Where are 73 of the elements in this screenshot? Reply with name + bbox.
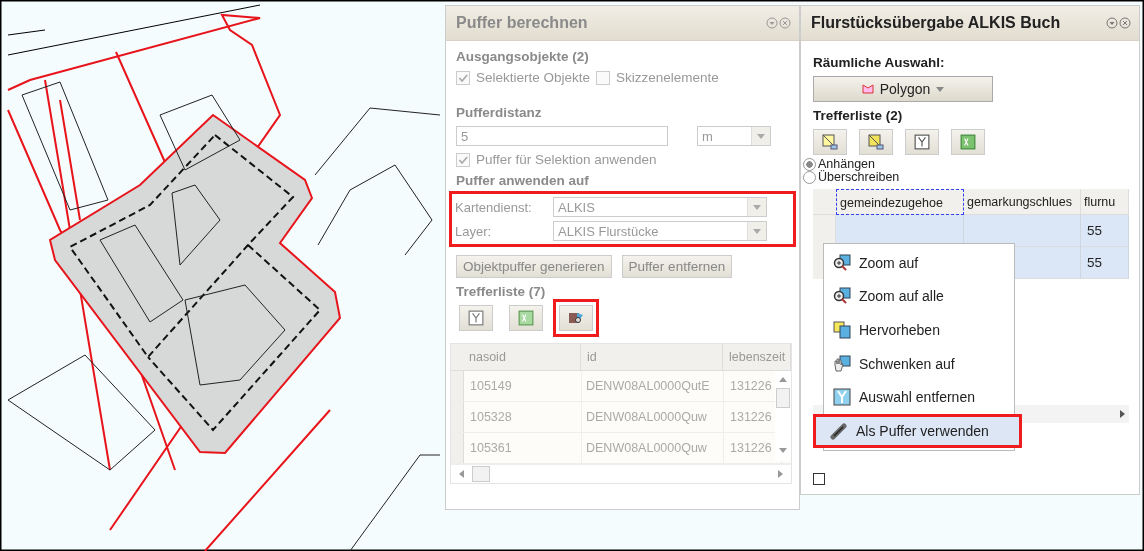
selection-clear-icon: [914, 134, 930, 150]
table-cell: 105361: [464, 433, 582, 463]
table-cell: 55: [1087, 223, 1103, 238]
caret-icon: [753, 204, 761, 210]
selection-clear-icon: [468, 310, 484, 326]
radio-label: Anhängen: [818, 157, 875, 171]
toolbar-button[interactable]: [459, 305, 493, 331]
menu-item[interactable]: Schwenken auf: [824, 346, 1014, 381]
checkbox-label: Skizzenelemente: [616, 70, 719, 85]
section-heading: Pufferdistanz: [456, 105, 543, 120]
scroll-thumb[interactable]: [776, 388, 790, 408]
scroll-down-icon[interactable]: [779, 448, 787, 453]
menu-item[interactable]: Auswahl entfernen: [824, 380, 1014, 414]
toolbar-button[interactable]: [859, 129, 893, 155]
field-label: Kartendienst:: [455, 199, 533, 215]
toolbar-button[interactable]: [559, 305, 593, 331]
collapse-icon[interactable]: [1106, 17, 1118, 29]
section-heading: Puffer anwenden auf: [456, 173, 590, 188]
checkbox-label: Puffer für Selektion anwenden: [476, 152, 657, 167]
table-cell: DENW08AL0000QutE: [582, 371, 724, 401]
caret-icon: [753, 228, 761, 234]
table-cell: DENW08AL0000Quw: [582, 433, 724, 463]
map-select-icon: [868, 134, 884, 150]
table-row[interactable]: 55: [813, 215, 1129, 247]
scrollbar[interactable]: [775, 371, 791, 461]
field-label: Layer:: [455, 223, 493, 239]
section-heading: Räumliche Auswahl:: [813, 55, 946, 70]
spreadsheet-icon: [518, 310, 534, 326]
scroll-up-icon[interactable]: [779, 377, 787, 382]
collapse-icon[interactable]: [766, 17, 778, 29]
highlight-icon: [833, 321, 851, 339]
spreadsheet-icon: [960, 134, 976, 150]
radio-button[interactable]: [803, 170, 816, 184]
polygon-icon: [861, 84, 874, 94]
zoom-in-icon: [833, 253, 851, 272]
selection-clear-icon: [833, 388, 851, 407]
window-title: Flurstücksübergabe ALKIS Buch: [811, 14, 1061, 32]
section-heading: Trefferliste (2): [813, 108, 904, 123]
row-header[interactable]: [813, 215, 836, 247]
toolbar-button[interactable]: [951, 129, 985, 155]
zoom-in-icon: [833, 287, 851, 306]
map-select-icon: [822, 134, 838, 150]
scrollbar[interactable]: [451, 464, 791, 483]
table-cell: 55: [1087, 255, 1103, 270]
toolbar-button[interactable]: [509, 305, 543, 331]
toolbar-button[interactable]: [905, 129, 939, 155]
menu-item[interactable]: Zoom auf: [824, 246, 1014, 280]
section-heading: Trefferliste (7): [456, 284, 547, 299]
close-icon[interactable]: [779, 17, 791, 29]
menu-item[interactable]: Hervorheben: [824, 313, 1014, 347]
pencil-icon: [830, 421, 848, 440]
window-title: Puffer berechnen: [456, 14, 588, 32]
scroll-right-icon[interactable]: [1120, 410, 1125, 418]
table-cell: 105149: [464, 371, 582, 401]
caret-icon: [936, 86, 945, 92]
checkbox[interactable]: [813, 473, 825, 485]
caret-icon: [757, 133, 765, 139]
scroll-left-icon[interactable]: [459, 470, 464, 478]
hand-icon: [833, 354, 851, 373]
menu-item[interactable]: Zoom auf alle: [824, 279, 1014, 314]
radio-button[interactable]: [803, 157, 816, 171]
scroll-right-icon[interactable]: [778, 470, 783, 478]
map-magnifier-icon: [568, 310, 584, 326]
radio-label: Überschreiben: [818, 170, 900, 184]
close-icon[interactable]: [1119, 17, 1131, 29]
table-cell: 105328: [464, 402, 582, 432]
section-heading: Ausgangsobjekte (2): [456, 49, 590, 64]
checkbox-label: Selektierte Objekte: [476, 70, 591, 85]
toolbar-button[interactable]: [813, 129, 847, 155]
menu-item[interactable]: Als Puffer verwenden: [813, 413, 1022, 448]
table-cell: DENW08AL0000Quw: [582, 402, 724, 432]
polygon-button[interactable]: Polygon: [813, 76, 993, 102]
scroll-thumb[interactable]: [472, 466, 490, 482]
